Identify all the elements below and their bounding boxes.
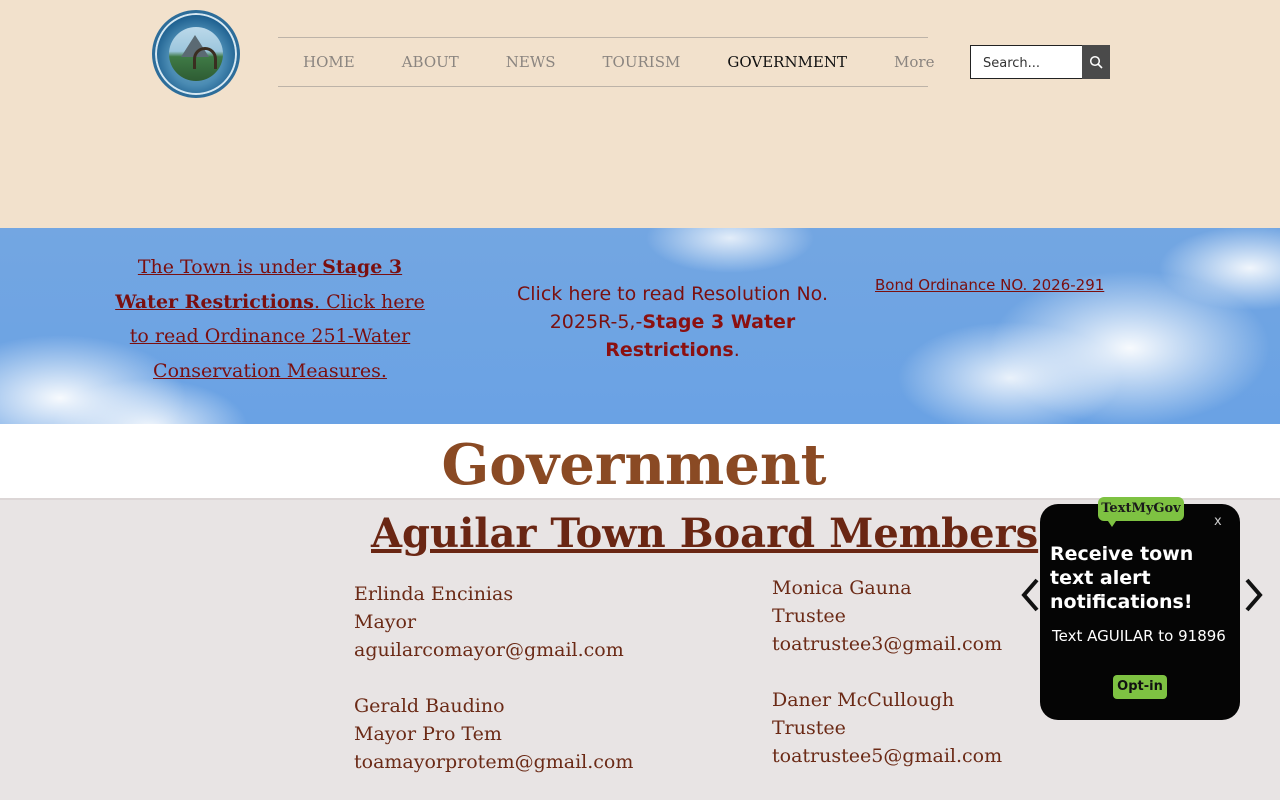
chevron-right-icon[interactable] [1241,576,1265,614]
member-name: Erlinda Encinias [354,583,514,605]
nav-home[interactable]: HOME [303,53,355,71]
notice-left-text: The Town is under [137,256,323,278]
member-email[interactable]: toatrustee5@gmail.com [772,742,1002,770]
board-heading: Aguilar Town Board Members [371,510,1039,557]
member-card: Erlinda Encinias Mayor aguilarcomayor@gm… [354,580,624,664]
town-logo[interactable] [152,10,240,98]
notice-mid-text-2: . [733,339,740,361]
badge-tail-icon [1106,518,1118,527]
member-email[interactable]: toamayorprotem@gmail.com [354,748,633,776]
text-alert-popup: TextMyGov x Receive town text alert noti… [1040,497,1240,720]
member-role: Trustee [772,717,846,739]
logo-arch-icon [193,47,217,69]
main-nav: HOME ABOUT NEWS TOURISM GOVERNMENT More [278,37,934,87]
member-email[interactable]: aguilarcomayor@gmail.com [354,636,624,664]
nav-government[interactable]: GOVERNMENT [727,53,847,71]
member-name: Gerald Baudino [354,695,505,717]
member-card: Gerald Baudino Mayor Pro Tem toamayorpro… [354,692,633,776]
title-strip: Government [0,424,1280,498]
member-name: Daner McCullough [772,689,955,711]
nav-tourism[interactable]: TOURISM [603,53,681,71]
site-header: HOME ABOUT NEWS TOURISM GOVERNMENT More … [0,0,1280,228]
popup-headline: Receive town text alert notifications! [1050,543,1194,613]
search-button[interactable] [1082,45,1110,79]
member-role: Mayor Pro Tem [354,723,502,745]
popup-close-button[interactable]: x [1214,514,1222,529]
member-name: Monica Gauna [772,577,912,599]
sky-banner: The Town is under Stage 3 Water Restrict… [0,228,1280,424]
resolution-notice-link[interactable]: Click here to read Resolution No. 2025R-… [505,280,840,364]
search-icon [1089,55,1103,69]
member-card: Monica Gauna Trustee toatrustee3@gmail.c… [772,574,1002,658]
nav-news[interactable]: NEWS [506,53,556,71]
page-title: Government [441,432,827,498]
member-card: Daner McCullough Trustee toatrustee5@gma… [772,686,1002,770]
bond-ordinance-link[interactable]: Bond Ordinance NO. 2026-291 [875,276,1104,294]
popup-body: Text AGUILAR to 91896 [1052,627,1226,645]
site-search: Search... [970,45,1110,79]
search-input[interactable]: Search... [970,45,1082,79]
logo-scene [169,27,223,81]
member-role: Trustee [772,605,846,627]
nav-more[interactable]: More [894,53,934,71]
nav-about[interactable]: ABOUT [402,53,459,71]
member-role: Mayor [354,611,417,633]
water-restrictions-notice-link[interactable]: The Town is under Stage 3 Water Restrict… [105,250,435,388]
opt-in-button[interactable]: Opt-in [1113,675,1167,699]
member-email[interactable]: toatrustee3@gmail.com [772,630,1002,658]
